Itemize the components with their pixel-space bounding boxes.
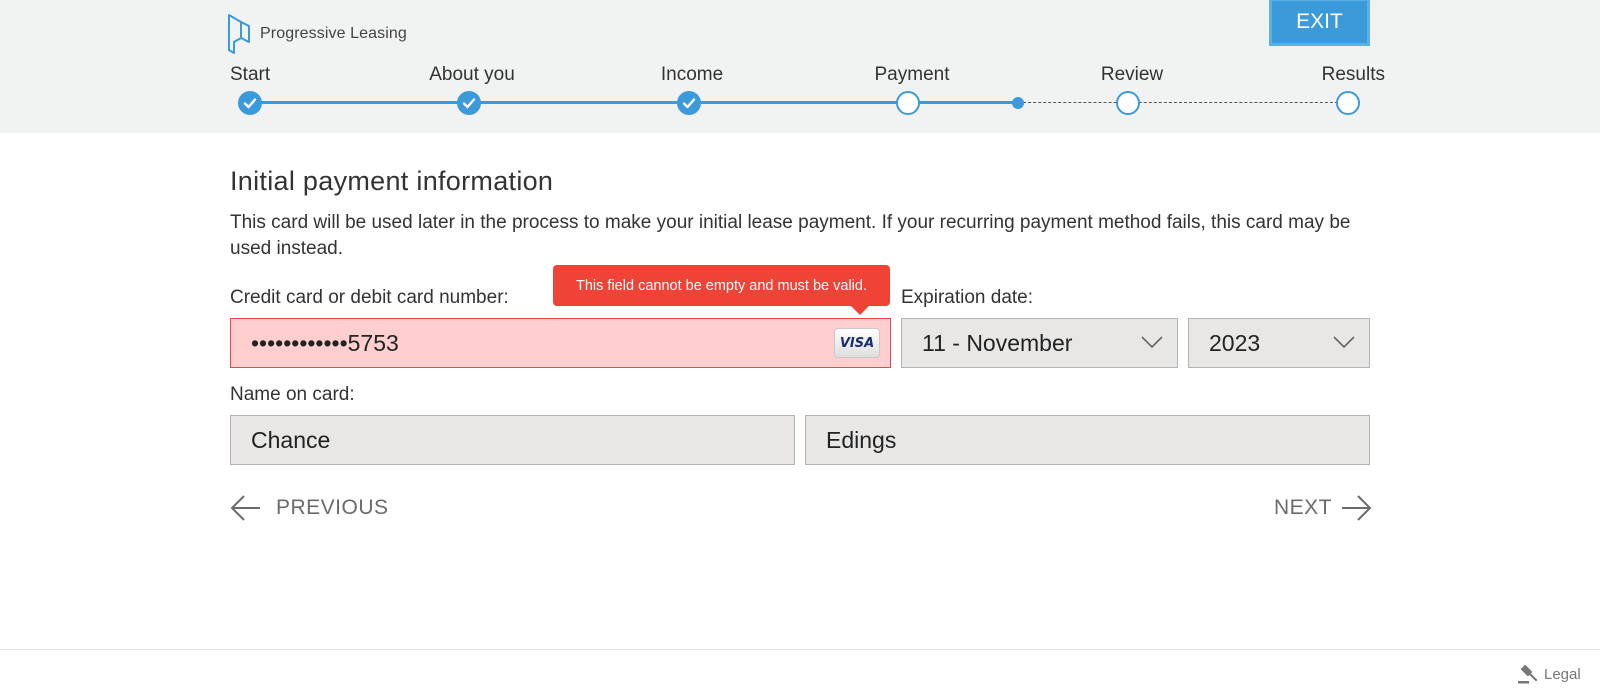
checkmark-icon bbox=[243, 98, 257, 109]
tooltip-caret-icon bbox=[850, 305, 870, 315]
header: Progressive Leasing EXIT Start About you… bbox=[0, 0, 1600, 133]
next-button[interactable]: NEXT bbox=[1274, 490, 1372, 526]
card-number-value: ••••••••••••5753 bbox=[251, 329, 399, 356]
previous-label: PREVIOUS bbox=[276, 496, 389, 519]
progress-position-marker bbox=[1012, 97, 1024, 109]
previous-button[interactable]: PREVIOUS bbox=[230, 490, 389, 526]
name-on-card-label: Name on card: bbox=[230, 384, 355, 405]
visa-card-icon: VISA bbox=[834, 328, 880, 358]
step-label-payment: Payment bbox=[874, 64, 950, 85]
first-name-value: Chance bbox=[251, 426, 331, 453]
step-dot-payment bbox=[896, 91, 920, 115]
chevron-down-icon bbox=[1141, 336, 1163, 349]
card-number-label: Credit card or debit card number: bbox=[230, 287, 509, 308]
step-label-results: Results bbox=[1321, 64, 1385, 85]
brand-logo: Progressive Leasing bbox=[226, 12, 407, 56]
expiration-date-label: Expiration date: bbox=[901, 287, 1034, 308]
step-label-start: Start bbox=[230, 64, 271, 85]
gavel-icon bbox=[1518, 664, 1538, 684]
card-error-tooltip: This field cannot be empty and must be v… bbox=[553, 265, 890, 306]
arrow-left-icon bbox=[230, 495, 260, 521]
exit-button[interactable]: EXIT bbox=[1269, 0, 1370, 46]
footer-divider bbox=[0, 649, 1600, 650]
brand-name: Progressive Leasing bbox=[260, 25, 407, 42]
next-label: NEXT bbox=[1274, 496, 1333, 519]
checkmark-icon bbox=[682, 98, 696, 109]
progress-track-remaining bbox=[1018, 102, 1348, 103]
step-dot-review bbox=[1116, 91, 1140, 115]
step-label-income: Income bbox=[660, 64, 724, 85]
chevron-down-icon bbox=[1333, 336, 1355, 349]
step-dot-results bbox=[1336, 91, 1360, 115]
legal-link[interactable]: Legal bbox=[1516, 663, 1581, 685]
page-title: Initial payment information bbox=[230, 166, 554, 196]
last-name-field[interactable]: Edings bbox=[805, 415, 1370, 465]
arrow-right-icon bbox=[1342, 495, 1372, 521]
step-label-review: Review bbox=[1100, 64, 1164, 85]
expiration-year-select[interactable]: 2023 bbox=[1188, 318, 1370, 368]
step-dot-start bbox=[238, 91, 262, 115]
expiration-month-value: 11 - November bbox=[922, 329, 1073, 356]
step-dot-about-you bbox=[457, 91, 481, 115]
checkmark-icon bbox=[462, 98, 476, 109]
progressive-logo-icon bbox=[228, 14, 250, 54]
step-label-about-you: About you bbox=[429, 64, 515, 85]
card-number-field[interactable]: ••••••••••••5753 VISA bbox=[230, 318, 891, 368]
expiration-month-select[interactable]: 11 - November bbox=[901, 318, 1178, 368]
legal-label: Legal bbox=[1544, 665, 1581, 683]
expiration-year-value: 2023 bbox=[1209, 329, 1261, 356]
last-name-value: Edings bbox=[826, 426, 897, 453]
step-dot-income bbox=[677, 91, 701, 115]
first-name-field[interactable]: Chance bbox=[230, 415, 795, 465]
page-description: This card will be used later in the proc… bbox=[230, 212, 1351, 259]
